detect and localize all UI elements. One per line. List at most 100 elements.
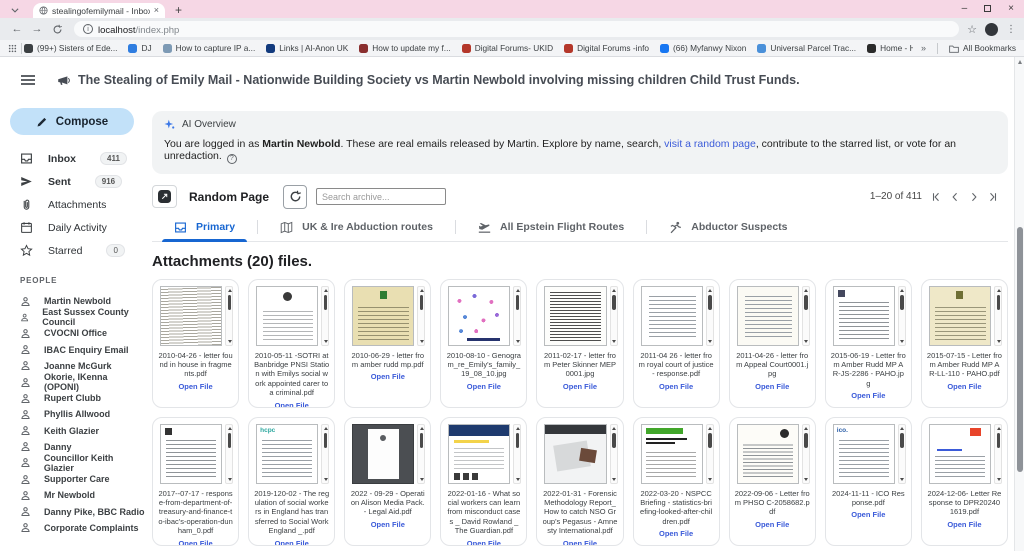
address-bar[interactable]: i localhost/index.php [74,21,959,37]
sidebar-person-item[interactable]: Okorie, IKenna (OPONI) [0,374,145,390]
open-file-link[interactable]: Open File [254,401,329,408]
attachment-card[interactable]: 2022-01-31 - Forensic Methodology Report… [536,417,623,546]
open-file-link[interactable]: Open File [927,382,1002,391]
attachment-card[interactable]: 2022-01-16 - What social workers can lea… [440,417,527,546]
open-file-link[interactable]: Open File [735,520,810,529]
attachment-card[interactable]: 2024-12-06- Letter Response to DPR202401… [921,417,1008,546]
sidebar-item-attachments[interactable]: Attachments [0,193,145,216]
attachment-card[interactable]: 2015-06-19 - Letter from Amber Rudd MP A… [825,279,912,408]
scrollbar-thumb[interactable] [1017,227,1023,472]
sidebar-person-item[interactable]: Danny Pike, BBC Radio [0,503,145,519]
bookmark-item[interactable]: (66) Myfanwy Nixon [660,43,746,53]
bookmark-item[interactable]: Universal Parcel Trac... [757,43,856,53]
open-file-link[interactable]: Open File [927,520,1002,529]
attachment-card[interactable]: 2022 - 09-29 - Operation Alison Media Pa… [344,417,431,546]
attachment-card[interactable]: 2011-02-17 - letter from Peter Skinner M… [536,279,623,408]
pagination-first-button[interactable] [931,192,941,202]
open-file-link[interactable]: Open File [735,382,810,391]
open-file-link[interactable]: Open File [446,539,521,546]
sidebar-person-item[interactable]: Corporate Complaints [0,520,145,536]
open-file-link[interactable]: Open File [831,391,906,400]
sidebar-person-item[interactable]: Keith Glazier [0,423,145,439]
attachment-card[interactable]: 2010-08-10 - Genogram_re_Emily's_family_… [440,279,527,408]
compose-button[interactable]: Compose [10,108,134,135]
tab-abductor-suspects[interactable]: Abductor Suspects [647,214,809,241]
open-file-link[interactable]: Open File [158,539,233,546]
open-file-link[interactable]: Open File [158,382,233,391]
window-close-button[interactable]: × [1008,3,1014,14]
bookmark-item[interactable]: Home - HM Govern... [867,43,913,53]
bookmark-item[interactable]: Digital Forums -info [564,43,649,53]
bookmark-star-icon[interactable]: ☆ [967,23,977,36]
attachment-card[interactable]: 2011-04 26 - letter from royal court of … [633,279,720,408]
random-page-link[interactable]: visit a random page [664,138,756,150]
page-scrollbar[interactable] [1014,57,1024,551]
profile-avatar[interactable] [985,23,998,36]
bookmark-item[interactable]: Links | Al-Anon UK [266,43,348,53]
sidebar-person-item[interactable]: IBAC Enquiry Email [0,342,145,358]
open-file-link[interactable]: Open File [350,520,425,529]
sidebar-person-item[interactable]: Rupert Clubb [0,390,145,406]
attachment-card[interactable]: 2022-03-20 - NSPCC Briefing - statistics… [633,417,720,546]
all-bookmarks-button[interactable]: All Bookmarks [949,43,1016,53]
attachment-card[interactable]: 2011-04-26 - letter from Appeal Court000… [729,279,816,408]
bookmark-item[interactable]: (99+) Sisters of Ede... [24,43,117,53]
bookmark-item[interactable]: How to update my f... [359,43,450,53]
open-file-link[interactable]: Open File [254,539,329,546]
sidebar-person-item[interactable]: East Sussex County Council [0,309,145,325]
random-page-label[interactable]: Random Page [189,190,269,204]
tab-primary[interactable]: Primary [152,214,257,241]
attachment-card[interactable]: 2022-09-06 - Letter from PHSO C-2058682.… [729,417,816,546]
attachment-card[interactable]: 2017--07-17 - response-from-department-o… [152,417,239,546]
sidebar-person-item[interactable]: Councillor Keith Glazier [0,455,145,471]
pagination-prev-button[interactable] [950,192,960,202]
open-file-link[interactable]: Open File [350,372,425,381]
attachment-card[interactable]: 2015-07-15 - Letter from Amber Rudd MP A… [921,279,1008,408]
sidebar-item-daily-activity[interactable]: Daily Activity [0,216,145,239]
scroll-up-arrow-icon[interactable] [1018,60,1022,64]
attachment-card[interactable]: 2010-04-26 - letter found in house in fr… [152,279,239,408]
attachment-card[interactable]: hcpc 2019-120-02 - The regulation of soc… [248,417,335,546]
new-tab-button[interactable]: + [175,4,182,16]
sidebar-person-item[interactable]: CVOCNI Office [0,325,145,341]
window-maximize-button[interactable] [984,5,991,12]
search-input[interactable] [316,188,446,205]
browser-tab[interactable]: stealingofemilymail - Inbox × [33,3,165,18]
open-file-link[interactable]: Open File [542,539,617,546]
window-minimize-button[interactable]: – [962,3,968,14]
random-page-icon-button[interactable] [152,185,177,208]
help-icon[interactable]: ? [227,154,237,164]
pagination-last-button[interactable] [988,192,998,202]
sidebar-item-sent[interactable]: Sent 916 [0,170,145,193]
open-file-link[interactable]: Open File [639,529,714,538]
pagination-next-button[interactable] [969,192,979,202]
hamburger-menu-icon[interactable] [21,72,35,87]
sidebar-item-inbox[interactable]: Inbox 411 [0,147,145,170]
attachment-card[interactable]: 2010-05-11 -SOTRI at Banbridge PNSI Stat… [248,279,335,408]
attachment-card[interactable]: 2010-06-29 - letter from amber rudd mp.p… [344,279,431,408]
open-file-link[interactable]: Open File [446,382,521,391]
bookmark-item[interactable]: DJ [128,43,151,53]
sidebar-item-starred[interactable]: Starred 0 [0,239,145,262]
bookmark-item[interactable]: Digital Forums- UKID [462,43,553,53]
browser-menu-icon[interactable]: ⋮ [1006,24,1016,35]
sidebar-person-item[interactable]: Mr Newbold [0,487,145,503]
tab-uk-ire-abduction-routes[interactable]: UK & Ire Abduction routes [258,214,455,241]
refresh-button[interactable] [283,185,307,209]
attachment-card[interactable]: ico. 2024-11-11 - ICO Response.pdf Open … [825,417,912,546]
back-button[interactable]: ← [8,23,26,35]
open-file-link[interactable]: Open File [639,382,714,391]
site-info-icon[interactable]: i [83,24,93,34]
apps-grid-icon[interactable] [8,44,17,53]
forward-button[interactable]: → [28,23,46,35]
reload-button[interactable] [48,24,66,35]
bookmarks-overflow-button[interactable]: » [921,43,926,53]
tab-all-epstein-flight-routes[interactable]: All Epstein Flight Routes [456,214,646,241]
bookmark-item[interactable]: How to capture IP a... [163,43,256,53]
tab-search-chevron-icon[interactable] [8,3,21,16]
sidebar-person-item[interactable]: Supporter Care [0,471,145,487]
tab-close-icon[interactable]: × [154,6,159,15]
open-file-link[interactable]: Open File [542,382,617,391]
open-file-link[interactable]: Open File [831,510,906,519]
sidebar-person-item[interactable]: Phyllis Allwood [0,406,145,422]
